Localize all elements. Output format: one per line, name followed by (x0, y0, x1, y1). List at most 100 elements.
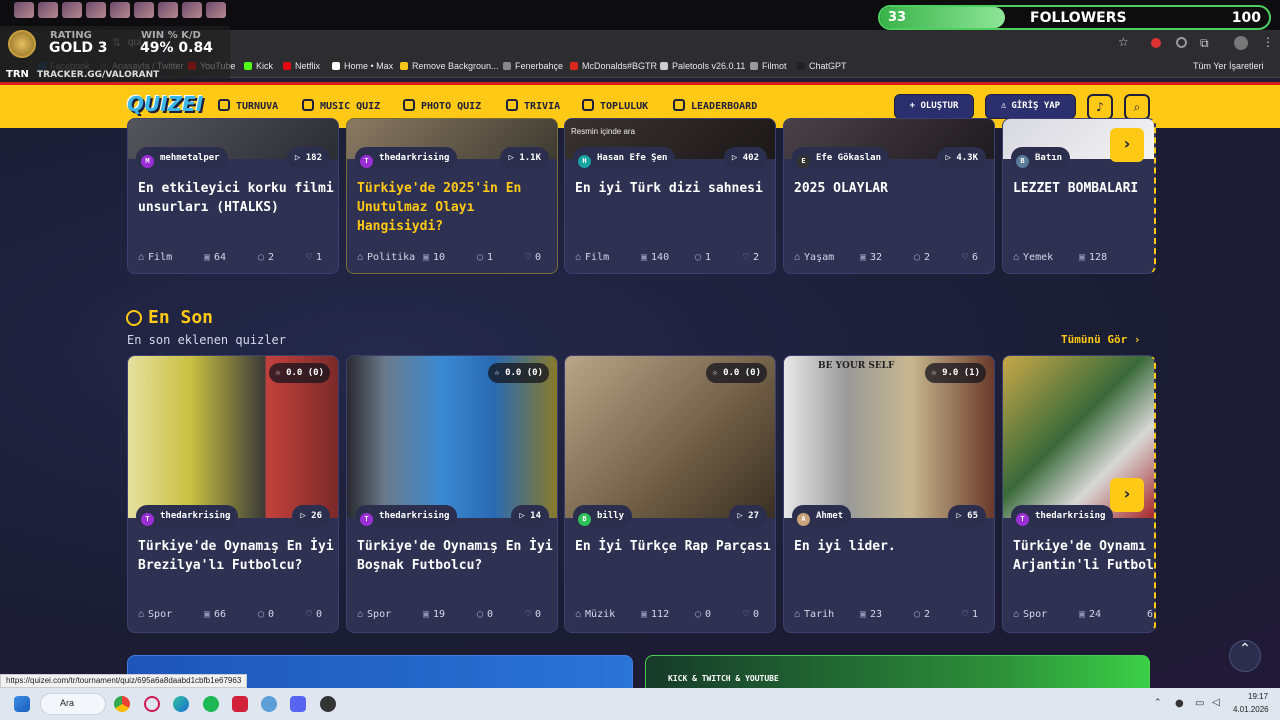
discord-icon[interactable] (290, 696, 306, 712)
bookmark-item[interactable]: Fenerbahçe (503, 61, 563, 71)
quiz-card[interactable]: E Efe Gökaslan ▷ 4.3K 2025 OLAYLAR ⌂ Yaşam ▣ 32… (783, 118, 995, 274)
rating-value: 0.0 (0) (505, 368, 543, 378)
category-label: ⌂ Film (138, 252, 172, 263)
opera-icon[interactable] (144, 696, 160, 712)
bookmark-favicon-icon (660, 62, 668, 70)
author-name: mehmetalper (160, 153, 220, 163)
see-all-link[interactable]: Tümünü Gör › (1061, 333, 1140, 346)
bookmark-item[interactable]: Remove Backgroun... (400, 61, 499, 71)
author-pill[interactable]: Mmehmetalper (136, 147, 228, 169)
volume-icon[interactable]: ◁ (1212, 697, 1220, 708)
quiz-title[interactable]: Türkiye'de Oynamış En İyi Brezilya'lı Fu… (138, 537, 334, 575)
nav-music-quiz[interactable]: MUSIC QUIZ (302, 99, 380, 112)
menu-kebab-icon[interactable]: ⋮ (1262, 35, 1274, 49)
notifications-bell-icon[interactable]: ♪ (1087, 94, 1113, 120)
site-logo[interactable]: QUIZEI (127, 92, 203, 116)
quiz-card[interactable]: ☆ 0.0 (0) Tthedarkrising ▷ 14 Türkiye'de Oy… (346, 355, 558, 633)
author-name: Efe Gökaslan (816, 153, 882, 163)
comment-icon: ◯ (695, 609, 702, 620)
comment-count: ◯ 0 (695, 609, 711, 620)
settings-gear-icon[interactable] (261, 696, 277, 712)
followers-label: FOLLOWERS (1030, 10, 1127, 26)
network-icon[interactable]: ▭ (1195, 698, 1204, 709)
bookmark-item[interactable]: Paletools v26.0.11 (660, 61, 745, 71)
nav-photo-quiz[interactable]: PHOTO QUIZ (403, 99, 481, 112)
mic-icon[interactable]: ● (1175, 698, 1184, 709)
author-pill[interactable]: Tthedarkrising (136, 505, 239, 527)
category-text: Spor (367, 609, 392, 620)
profile-avatar[interactable] (1234, 36, 1248, 50)
author-pill[interactable]: Tthedarkrising (1011, 505, 1114, 527)
valorant-app-icon[interactable] (232, 696, 248, 712)
quiz-title[interactable]: 2025 OLAYLAR (794, 179, 990, 198)
scroll-to-top-button[interactable]: ⌃ (1229, 640, 1261, 672)
extension-icon[interactable] (1176, 37, 1187, 48)
carousel-next-button[interactable]: › (1110, 478, 1144, 512)
user-icon: ♙ (1000, 101, 1007, 111)
taskbar-search[interactable]: Ara (40, 693, 106, 715)
windows-taskbar: Ara ⌃ ● ▭ ◁ 19:17 4.01.2026 (0, 688, 1280, 720)
bookmark-item[interactable]: ChatGPT (797, 61, 847, 71)
author-pill[interactable]: H Hasan Efe Şen (573, 147, 676, 169)
quiz-title[interactable]: En iyi lider. (794, 537, 990, 556)
author-pill[interactable]: Tthedarkrising (355, 505, 458, 527)
stream-avatar (86, 2, 106, 18)
quiz-title[interactable]: Türkiye'de Oynamış En İyi Boşnak Futbolc… (357, 537, 553, 575)
bookmark-item[interactable]: McDonalds#BGTR (570, 61, 657, 71)
login-button[interactable]: ♙ GİRİŞ YAP (985, 94, 1076, 119)
quiz-card[interactable]: BE YOUR SELF ☆ 9.0 (1) A Ahmet ▷ 65 En iyi li… (783, 355, 995, 633)
comment-count: ◯ 1 (477, 252, 493, 263)
quiz-card[interactable]: Mmehmetalper ▷ 182 En etkileyici korku fil… (127, 118, 339, 274)
nav-trivia[interactable]: TRIVIA (506, 99, 560, 112)
quiz-card[interactable]: Tthedarkrising ▷ 1.1K Türkiye'de 2025'in E… (346, 118, 558, 274)
extension-icon[interactable] (1151, 38, 1161, 48)
author-pill[interactable]: Tthedarkrising (355, 147, 458, 169)
question-count: ▣ 24 (1079, 609, 1101, 620)
quiz-card[interactable]: Resmin içinde ara H Hasan Efe Şen ▷ 402 En i… (564, 118, 776, 274)
tray-chevron-icon[interactable]: ⌃ (1154, 698, 1162, 708)
spotify-icon[interactable] (203, 696, 219, 712)
edge-icon[interactable] (173, 696, 189, 712)
create-button[interactable]: + OLUŞTUR (894, 94, 974, 119)
extensions-puzzle-icon[interactable]: ⧉ (1200, 36, 1209, 51)
quiz-title[interactable]: Türkiye'de Oynamı İyi Arjantin'li Futbol… (1013, 537, 1154, 575)
bookmark-item[interactable]: Netflix (283, 61, 320, 71)
nav-tournament[interactable]: TURNUVA (218, 99, 278, 112)
quiz-card[interactable]: ☆ 0.0 (0) Tthedarkrising ▷ 26 Türkiye'de Oy… (127, 355, 339, 633)
nav-community[interactable]: TOPLULUK (582, 99, 648, 112)
quiz-title[interactable]: Türkiye'de 2025'in En Unutulmaz Olayı Ha… (357, 179, 553, 236)
all-bookmarks-folder[interactable]: Tüm Yer İşaretleri (1193, 61, 1264, 71)
quiz-title[interactable]: En iyi Türk dizi sahnesi (575, 179, 771, 198)
author-avatar: A (797, 513, 810, 526)
author-pill[interactable]: E Efe Gökaslan (792, 147, 890, 169)
star-icon[interactable]: ☆ (1118, 35, 1129, 49)
clock-time[interactable]: 19:17 (1248, 692, 1268, 701)
clock-date[interactable]: 4.01.2026 (1233, 705, 1269, 714)
windows-start-icon[interactable] (14, 696, 30, 712)
quiz-card[interactable]: ☆ 0.0 (0) Bbilly ▷ 27 En İyi Türkçe Rap Par… (564, 355, 776, 633)
question-count: ▣ 10 (423, 252, 445, 263)
app-icon[interactable] (320, 696, 336, 712)
image-search-hint: Resmin içinde ara (571, 127, 636, 136)
quiz-title[interactable]: LEZZET BOMBALARI (1013, 179, 1154, 198)
author-pill[interactable]: B Batın (1011, 147, 1071, 169)
quiz-title[interactable]: En etkileyici korku filmi unsurları (HTA… (138, 179, 334, 217)
search-icon[interactable]: ⌕ (1124, 94, 1150, 120)
like-count-value: 1 (316, 252, 323, 263)
nav-leaderboard[interactable]: LEADERBOARD (673, 99, 757, 112)
bookmark-item[interactable]: Filmot (750, 61, 787, 71)
chrome-icon[interactable] (114, 696, 130, 712)
carousel-next-button[interactable]: › (1110, 128, 1144, 162)
author-pill[interactable]: A Ahmet (792, 505, 852, 527)
like-count: ♡ 2 (743, 252, 759, 263)
question-count: ▣ 19 (423, 609, 445, 620)
question-count-value: 32 (870, 252, 883, 263)
bookmark-item[interactable]: Home • Max (332, 61, 393, 71)
rating-badge: ☆ 0.0 (0) (488, 363, 549, 383)
nav-label: MUSIC QUIZ (320, 101, 381, 112)
author-pill[interactable]: Bbilly (573, 505, 633, 527)
quiz-title[interactable]: En İyi Türkçe Rap Parçası (575, 537, 771, 556)
author-avatar: T (1016, 513, 1029, 526)
like-count: ♡ 0 (306, 609, 322, 620)
bookmark-item[interactable]: Kick (244, 61, 273, 71)
